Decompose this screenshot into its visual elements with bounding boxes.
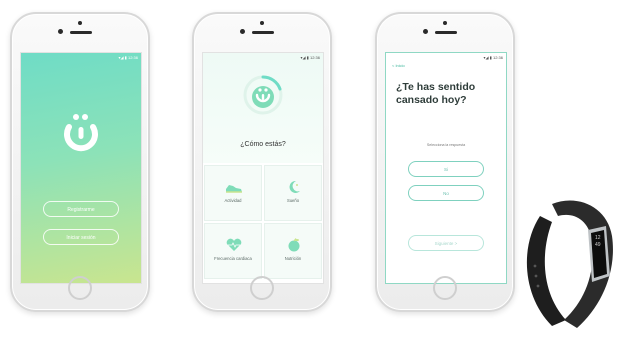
page-title: ¿Cómo estás? (240, 141, 286, 148)
moon-icon (285, 180, 303, 194)
tile-activity[interactable]: Actividad (204, 165, 262, 221)
tracker-time-minutes: 49 (595, 242, 601, 248)
welcome-screen: ▾◢ ▮ 12:36 Registrarme Iniciar sesión (20, 52, 142, 284)
dashboard-screen: ▾◢ ▮ 12:36 ¿Cómo estás? Actividad Sueño … (202, 52, 324, 284)
tile-heart-rate[interactable]: Frecuencia cardiaca (204, 223, 262, 279)
login-button[interactable]: Iniciar sesión (43, 229, 119, 245)
status-bar: ▾◢ ▮ 12:36 (300, 55, 320, 60)
tile-label: Sueño (286, 198, 300, 203)
answer-hint: Selecciona la respuesta (426, 143, 466, 147)
status-bar: ▾◢ ▮ 12:36 (118, 55, 138, 60)
home-button[interactable] (250, 276, 274, 300)
home-button[interactable] (68, 276, 92, 300)
phone-dashboard: ▾◢ ▮ 12:36 ¿Cómo estás? Actividad Sueño … (192, 12, 332, 312)
earpiece-speaker (70, 31, 92, 34)
front-sensor (260, 21, 264, 25)
next-button[interactable]: Siguiente > (408, 235, 484, 251)
home-button[interactable] (433, 276, 457, 300)
fitness-tracker-band: 12 49 (522, 196, 617, 332)
front-camera (58, 29, 63, 34)
front-sensor (78, 21, 82, 25)
answer-no-button[interactable]: No (408, 185, 484, 201)
earpiece-speaker (252, 31, 274, 34)
earpiece-speaker (435, 31, 457, 34)
shoe-icon (225, 180, 243, 194)
app-logo-icon (61, 111, 101, 155)
front-camera (423, 29, 428, 34)
tile-label: Nutrición (284, 256, 302, 261)
front-sensor (443, 21, 447, 25)
tile-label: Frecuencia cardiaca (214, 256, 252, 261)
question-screen: ▾◢ ▮ 12:36 < Inicio ¿Te has sentido cans… (385, 52, 507, 284)
question-title: ¿Te has sentido cansado hoy? (396, 81, 476, 106)
tile-label: Actividad (224, 198, 242, 203)
answer-yes-button[interactable]: Si (408, 161, 484, 177)
heart-icon (225, 238, 243, 252)
front-camera (240, 29, 245, 34)
register-button[interactable]: Registrarme (43, 201, 119, 217)
tile-nutrition[interactable]: Nutrición (264, 223, 322, 279)
tile-sleep[interactable]: Sueño (264, 165, 322, 221)
phone-welcome: ▾◢ ▮ 12:36 Registrarme Iniciar sesión (10, 12, 150, 312)
back-link[interactable]: < Inicio (392, 63, 405, 68)
phone-question: ▾◢ ▮ 12:36 < Inicio ¿Te has sentido cans… (375, 12, 515, 312)
apple-icon (285, 238, 303, 252)
tracker-time-hours: 12 (595, 235, 601, 241)
status-bar: ▾◢ ▮ 12:36 (483, 55, 503, 60)
progress-ring-icon (241, 73, 285, 117)
